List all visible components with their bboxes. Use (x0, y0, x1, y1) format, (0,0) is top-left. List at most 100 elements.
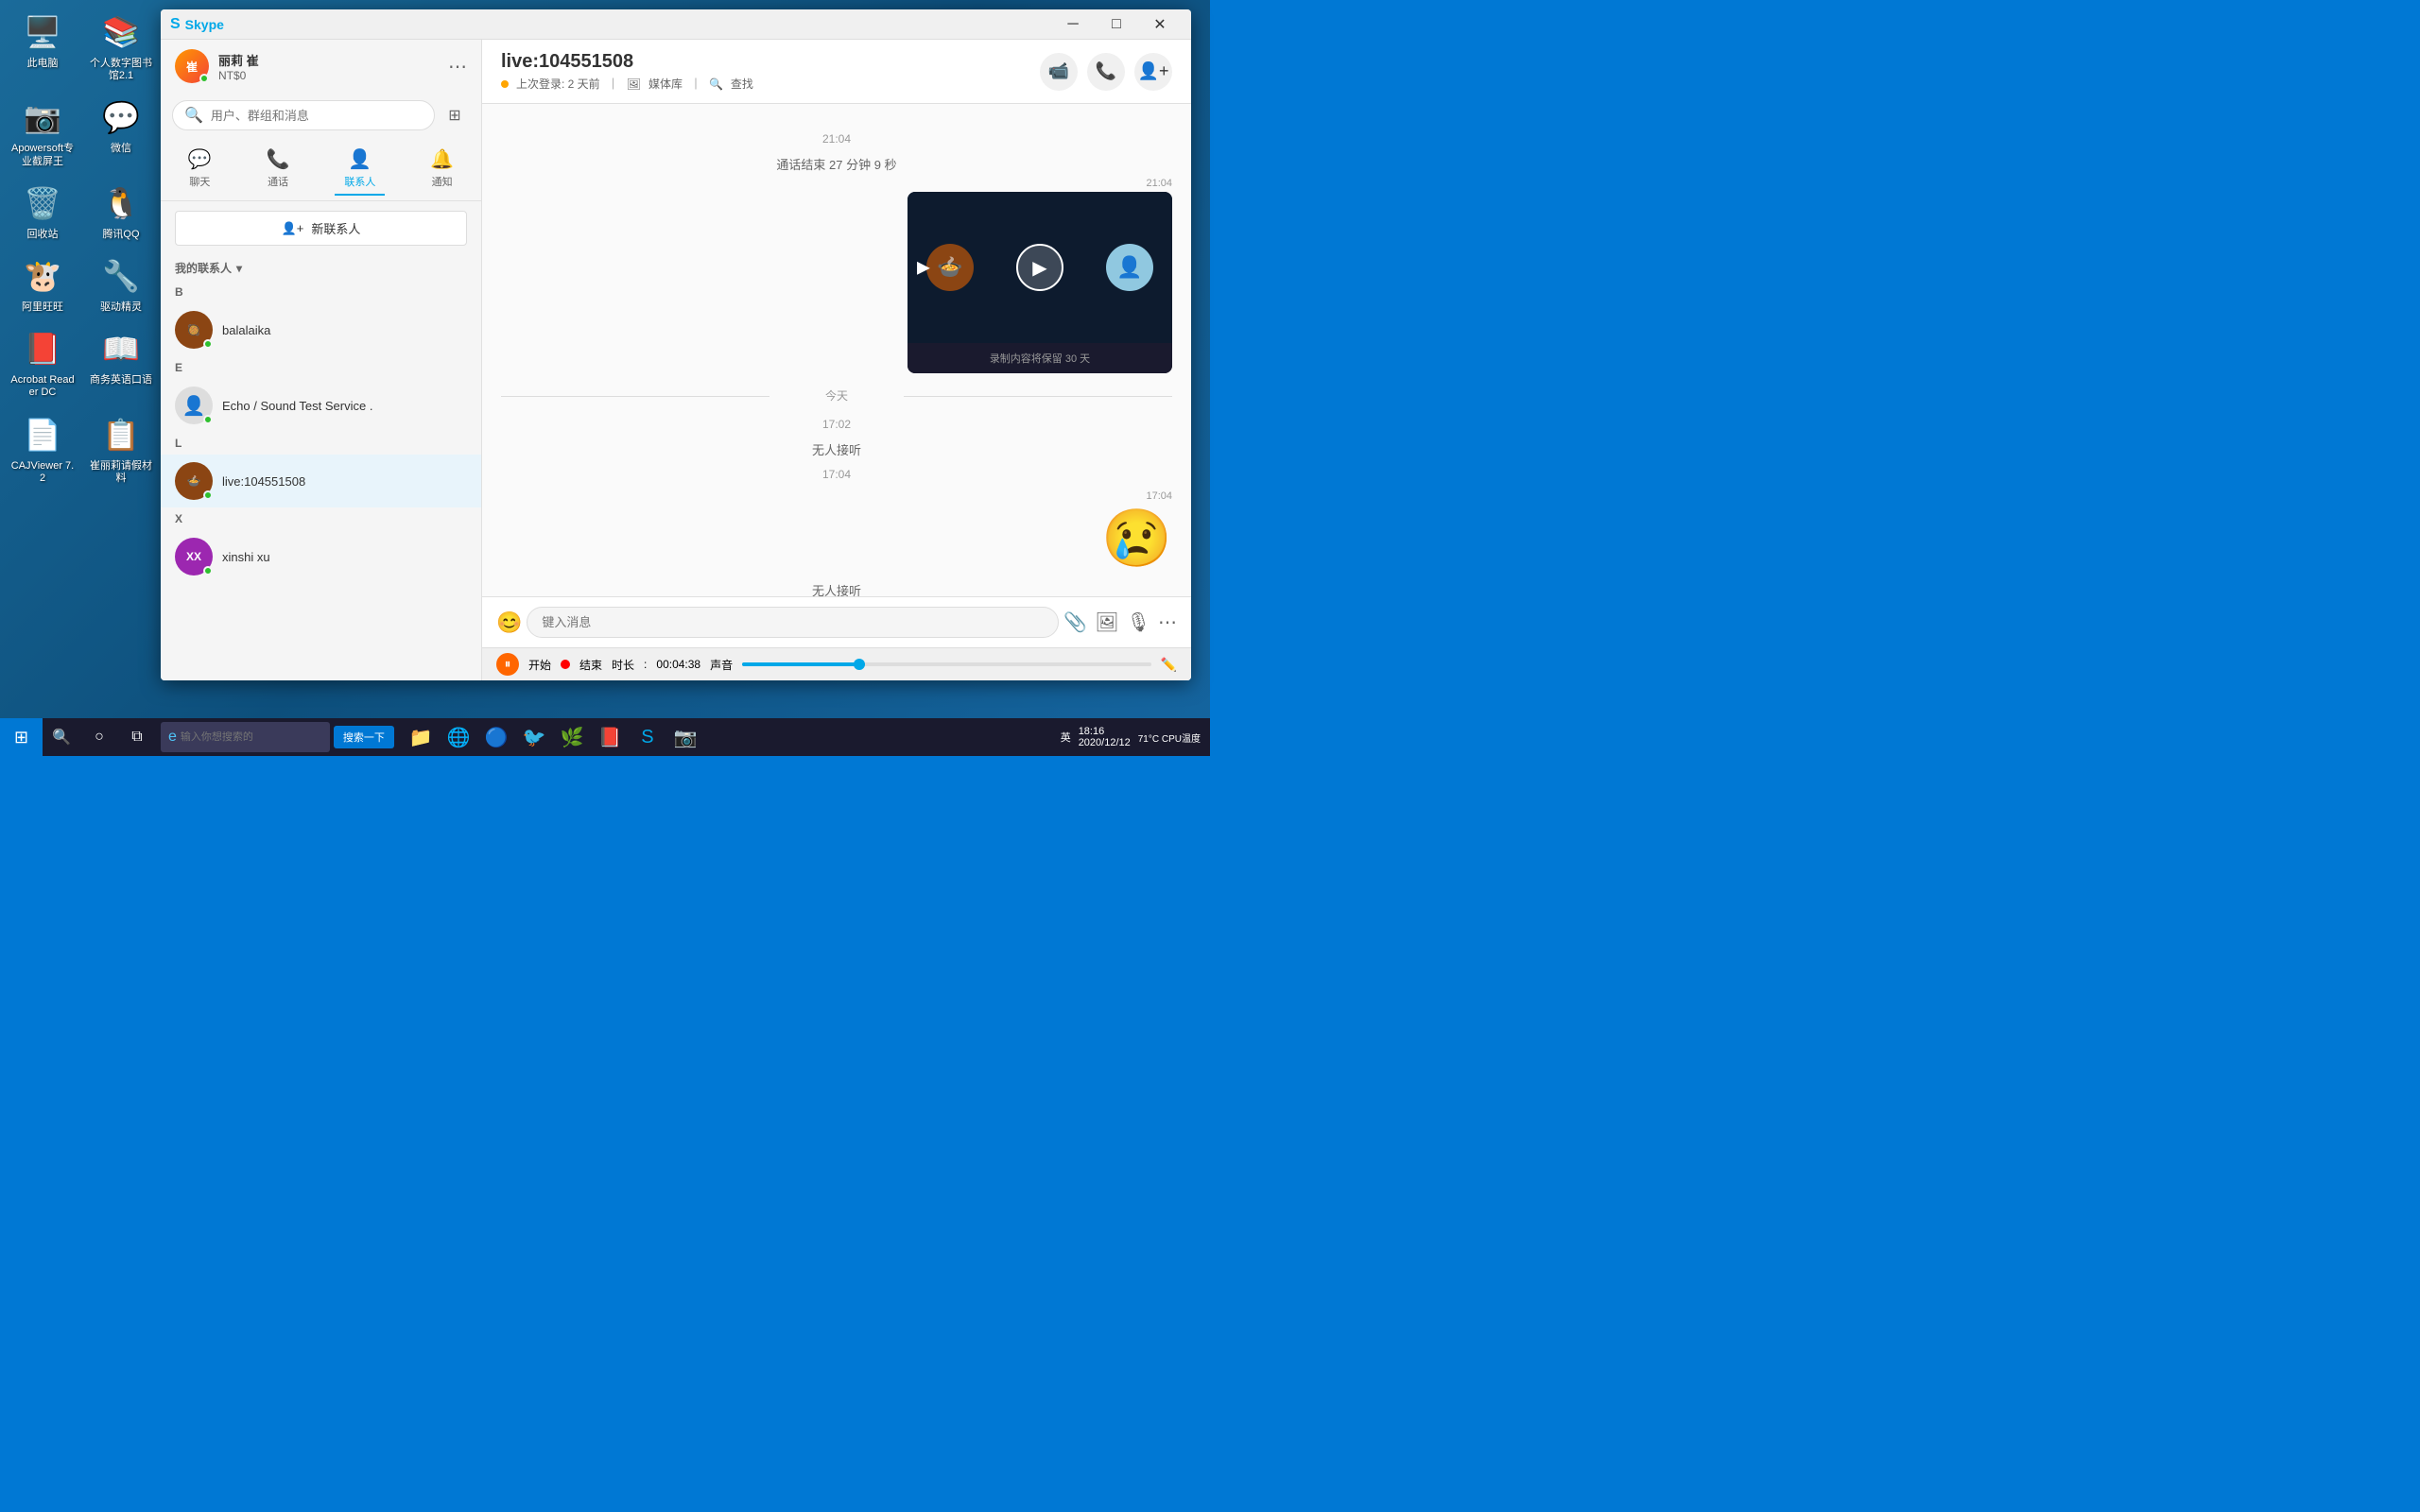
desktop-icon-apowersoft[interactable]: 📷 Apowersoft专业截屏王 (5, 90, 80, 172)
notifications-tab-icon: 🔔 (430, 147, 454, 171)
taskbar-explorer-button[interactable]: 📁 (402, 718, 440, 756)
cajviewer-label: CAJViewer 7.2 (9, 460, 76, 485)
section-e-header: E (161, 356, 481, 379)
image-button[interactable]: 🖼 (1095, 610, 1118, 634)
input-actions: 📎 🖼 🎙 ⋯ (1063, 610, 1177, 634)
emoji-content: 17:04 😢 (1101, 490, 1172, 572)
wechat-label: 微信 (111, 143, 131, 155)
taskbar-bird-button[interactable]: 🐦 (515, 718, 553, 756)
desktop-icon-aliwangwang[interactable]: 🐮 阿里旺旺 (5, 249, 80, 318)
xinshi-status (203, 566, 213, 576)
taskbar-acrobat-taskbar-button[interactable]: 📕 (591, 718, 629, 756)
more-input-options-button[interactable]: ⋯ (1158, 610, 1177, 634)
taskbar-task-view-button[interactable]: ⧉ (118, 718, 156, 756)
desktop-icon-library[interactable]: 📚 个人数字图书馆2.1 (83, 5, 159, 87)
section-l-letter: L (175, 437, 182, 450)
recording-pause-button[interactable]: ⏸ (496, 653, 519, 676)
recording-red-dot (561, 660, 570, 669)
desktop-icon-qq[interactable]: 🐧 腾讯QQ (83, 176, 159, 246)
contacts-list: 我的联系人 ▾ B 🥘 balalaika (161, 255, 481, 680)
minimize-button[interactable]: ─ (1051, 9, 1095, 40)
user-name: 丽莉 崔 (218, 51, 259, 69)
chat-input-area: 😊 📎 🖼 🎙 ⋯ (482, 596, 1191, 647)
taskbar-right: 英 18:16 2020/12/12 71°C CPU温度 (1061, 726, 1210, 748)
contact-item-live[interactable]: 🍲 live:104551508 (161, 455, 481, 507)
echo-info: Echo / Sound Test Service . (222, 399, 467, 413)
taskbar-skype-button[interactable]: S (629, 718, 666, 756)
driver-icon: 🔧 (98, 253, 144, 299)
taskbar-cortana-button[interactable]: ○ (80, 718, 118, 756)
grid-view-button[interactable]: ⊞ (440, 100, 470, 130)
task-view-icon: ⧉ (131, 729, 142, 746)
xinshi-info: xinshi xu (222, 550, 467, 564)
volume-progress-fill (742, 662, 865, 666)
search-input[interactable] (211, 109, 423, 123)
calls-tab-icon: 📞 (267, 147, 290, 171)
taskbar-camera-button[interactable]: 📷 (666, 718, 704, 756)
emoji-picker-button[interactable]: 😊 (496, 610, 522, 635)
new-contact-label: 新联系人 (311, 219, 360, 237)
recording-footer: 录制内容将保留 30 天 (908, 343, 1172, 373)
cajviewer-icon: 📄 (20, 412, 65, 457)
sidebar: 崔 丽莉 崔 NT$0 ⋯ 🔍 (161, 40, 482, 680)
add-person-button[interactable]: 👤+ (1134, 53, 1172, 91)
desktop-icon-acrobat[interactable]: 📕 Acrobat Reader DC (5, 321, 80, 404)
section-b-header: B (161, 281, 481, 303)
media-library-icon: 🖼 (627, 77, 641, 91)
taskbar-search-input[interactable] (181, 731, 322, 743)
close-button[interactable]: ✕ (1138, 9, 1182, 40)
forward-message-button[interactable]: ▶ (917, 258, 930, 278)
taskbar-search-box[interactable]: e (161, 722, 330, 752)
tab-notifications[interactable]: 🔔 通知 (421, 143, 463, 196)
cortana-icon: ○ (95, 729, 104, 746)
desktop-icon-wechat[interactable]: 💬 微信 (83, 90, 159, 172)
desktop-icon-business-en[interactable]: 📖 商务英语口语 (83, 321, 159, 404)
microphone-button[interactable]: 🎙 (1127, 610, 1150, 634)
tab-contacts[interactable]: 👤 联系人 (335, 143, 385, 196)
media-library-text: 媒体库 (648, 76, 683, 92)
no-answer-1702: 无人接听 (501, 440, 1172, 458)
section-l-header: L (161, 432, 481, 455)
start-button[interactable]: ⊞ (0, 718, 43, 756)
contact-item-xinshi[interactable]: XX xinshi xu (161, 530, 481, 583)
chat-header-info: live:104551508 上次登录: 2 天前 ｜ 🖼 媒体库 ｜ 🔍 查找 (501, 51, 753, 92)
contacts-tab-icon: 👤 (348, 147, 372, 171)
video-call-button[interactable]: 📹 (1040, 53, 1078, 91)
chat-header: live:104551508 上次登录: 2 天前 ｜ 🖼 媒体库 ｜ 🔍 查找 (482, 40, 1191, 104)
calls-tab-label: 通话 (268, 174, 288, 189)
contact-item-echo[interactable]: 👤 Echo / Sound Test Service . (161, 379, 481, 432)
maximize-button[interactable]: □ (1095, 9, 1138, 40)
taskbar-chrome-button[interactable]: 🔵 (477, 718, 515, 756)
tab-calls[interactable]: 📞 通话 (257, 143, 300, 196)
recording-play-button[interactable]: ▶ (1016, 244, 1063, 291)
tab-chat[interactable]: 💬 聊天 (179, 143, 221, 196)
taskbar-search-button[interactable]: 🔍 (43, 718, 80, 756)
user-status-dot (199, 74, 209, 83)
business-en-label: 商务英语口语 (90, 374, 152, 387)
more-options-button[interactable]: ⋯ (448, 55, 467, 78)
file-attach-button[interactable]: 📎 (1063, 610, 1087, 634)
message-input[interactable] (527, 607, 1059, 638)
taskbar-time: 18:16 (1079, 726, 1131, 737)
echo-name: Echo / Sound Test Service . (222, 399, 467, 413)
user-profile: 崔 丽莉 崔 NT$0 (175, 49, 259, 83)
desktop-icon-cajviewer[interactable]: 📄 CAJViewer 7.2 (5, 407, 80, 490)
taskbar-app5-button[interactable]: 🌿 (553, 718, 591, 756)
recycle-icon: 🗑️ (20, 180, 65, 226)
section-e-letter: E (175, 361, 182, 374)
contact-item-balalaika[interactable]: 🥘 balalaika (161, 303, 481, 356)
volume-progress-bar[interactable] (742, 662, 1150, 666)
desktop-icon-recycle[interactable]: 🗑️ 回收站 (5, 176, 80, 246)
desktop-icon-holiday[interactable]: 📋 崔丽莉请假材料 (83, 407, 159, 490)
taskbar-cpu-temp: 71°C CPU温度 (1138, 730, 1201, 745)
chat-actions: 📹 📞 👤+ (1040, 53, 1172, 91)
qq-label: 腾讯QQ (102, 229, 139, 241)
desktop-icon-computer[interactable]: 🖥️ 此电脑 (5, 5, 80, 87)
message-time-1702: 17:02 (501, 418, 1172, 431)
balalaika-avatar-container: 🥘 (175, 311, 213, 349)
audio-call-button[interactable]: 📞 (1087, 53, 1125, 91)
taskbar-search-submit-button[interactable]: 搜索一下 (334, 726, 394, 748)
taskbar-edge-button[interactable]: 🌐 (440, 718, 477, 756)
new-contact-button[interactable]: 👤+ 新联系人 (175, 211, 467, 246)
desktop-icon-driver[interactable]: 🔧 驱动精灵 (83, 249, 159, 318)
